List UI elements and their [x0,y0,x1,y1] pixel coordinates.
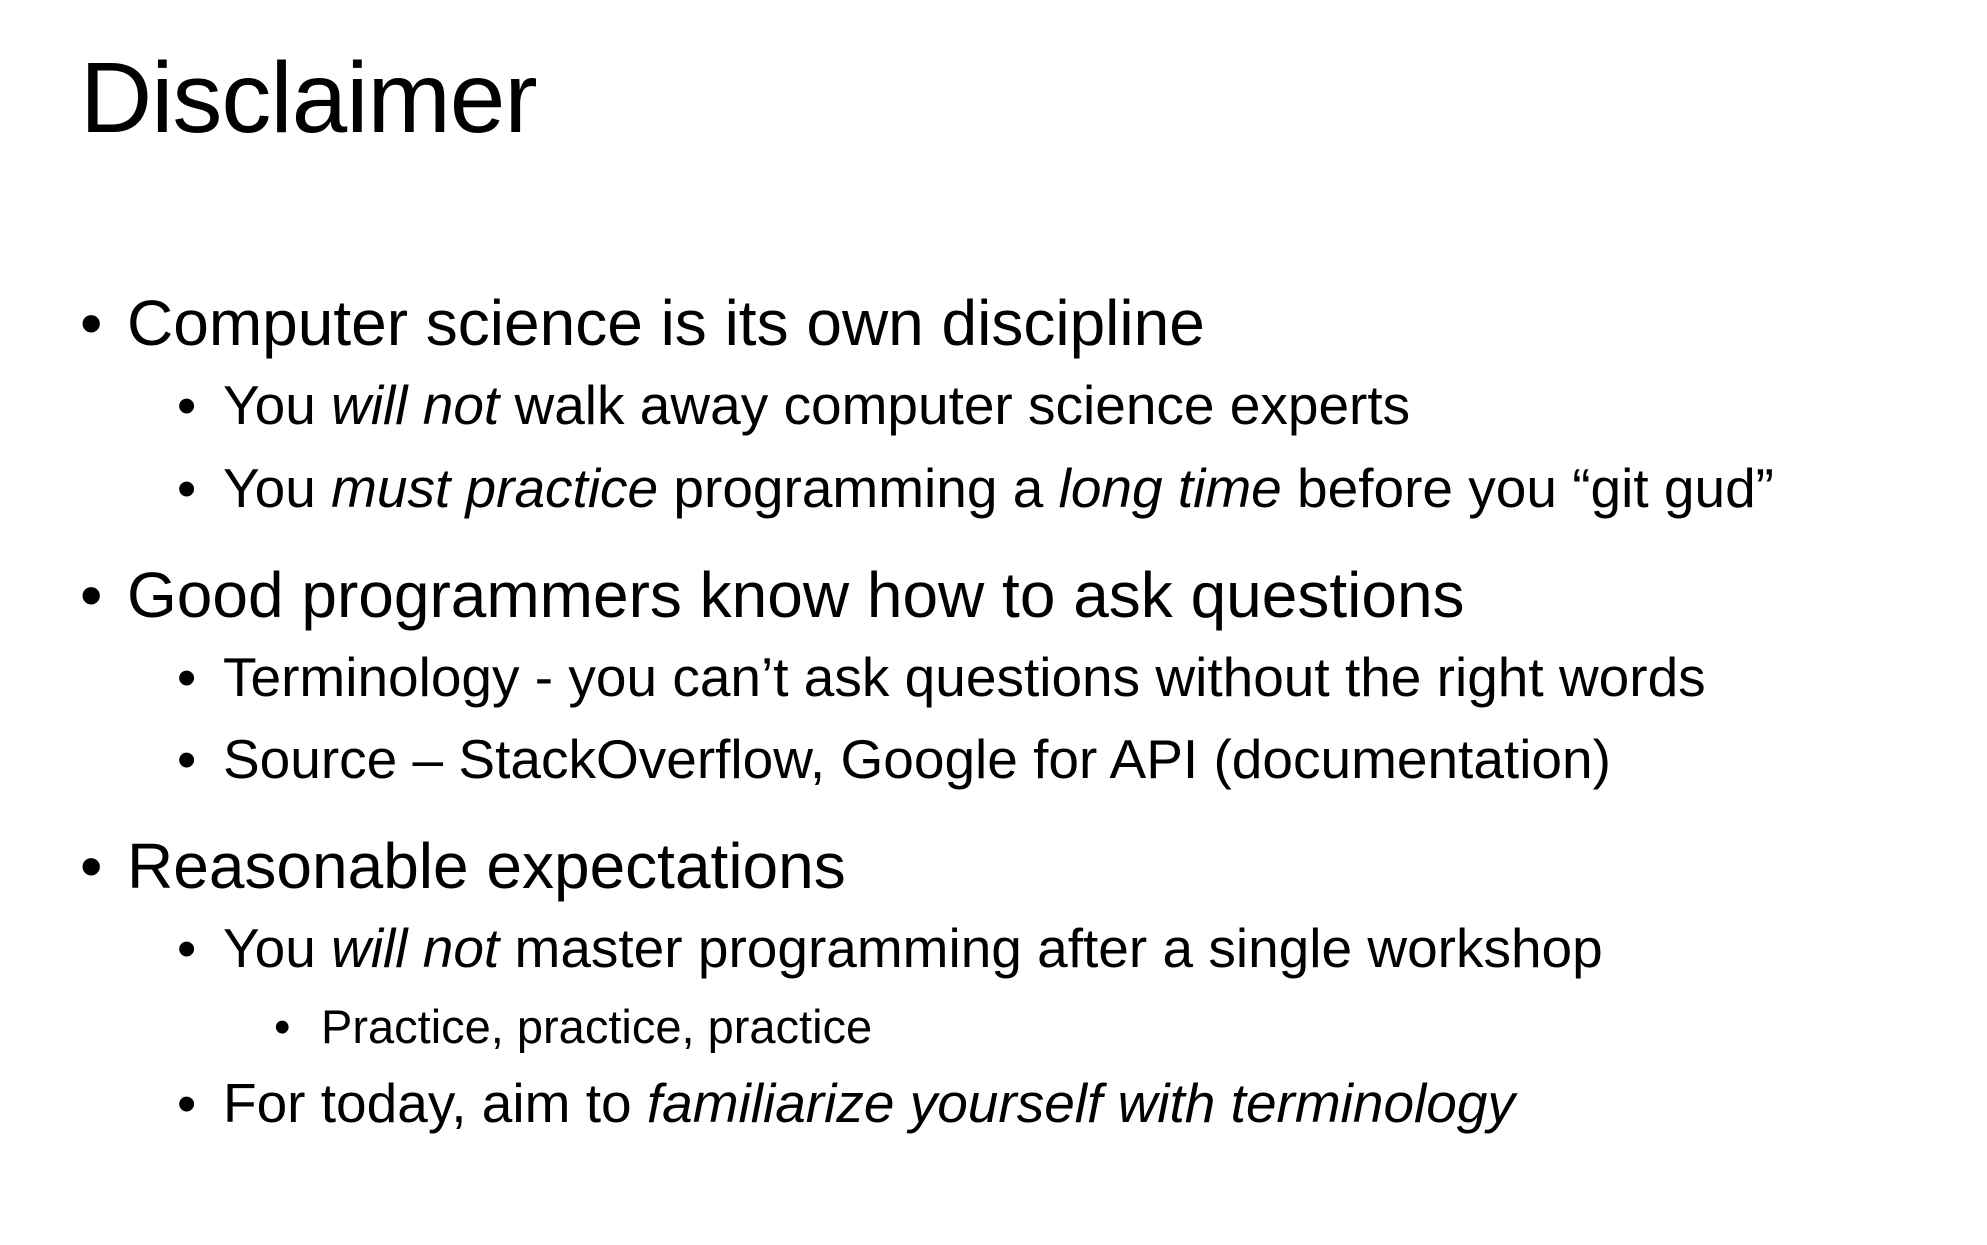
text-segment: programming a [658,457,1059,519]
bullet-icon: • [177,728,197,790]
bullet-icon: • [177,646,197,708]
bullet-text: Good programmers know how to ask questio… [127,555,1465,635]
bullet-icon: • [80,830,103,902]
text-segment: You [223,374,332,436]
bullet-item-level-1: • Reasonable expectations [80,826,846,906]
bullet-icon: • [80,287,103,359]
bullet-item-level-1: • Good programmers know how to ask questi… [80,555,1465,635]
text-segment: For today, aim to [223,1072,647,1134]
bullet-icon: • [80,559,103,631]
bullet-item-level-2: • Source – StackOverflow, Google for API … [177,726,1611,792]
emphasis-text: familiarize yourself with terminology [646,1072,1515,1134]
bullet-item-level-3: • Practice, practice, practice [274,999,872,1055]
text-segment: Terminology - you can’t ask questions wi… [223,646,1706,708]
text-segment: Reasonable expectations [127,830,846,902]
text-segment: master programming after a single worksh… [499,917,1603,979]
bullet-icon: • [177,457,197,519]
text-segment: walk away computer science experts [499,374,1411,436]
bullet-item-level-2: • You will not walk away computer science… [177,372,1410,438]
text-segment: You [223,917,332,979]
bullet-text: Practice, practice, practice [321,999,872,1055]
emphasis-text: will not [331,374,500,436]
bullet-item-level-1: • Computer science is its own discipline [80,283,1205,363]
bullet-text: Source – StackOverflow, Google for API (… [223,726,1611,792]
bullet-text: You must practice programming a long tim… [223,455,1774,521]
bullet-item-level-2: • Terminology - you can’t ask questions w… [177,644,1706,710]
bullet-text: You will not master programming after a … [223,915,1603,981]
bullet-item-level-2: • You must practice programming a long ti… [177,455,1774,521]
bullet-text: Reasonable expectations [127,826,846,906]
emphasis-text: will not [331,917,500,979]
slide: Disclaimer • Computer science is its own … [0,0,1987,1245]
bullet-icon: • [177,374,197,436]
bullet-text: You will not walk away computer science … [223,372,1410,438]
bullet-icon: • [177,1072,197,1134]
slide-title: Disclaimer [80,42,538,154]
bullet-item-level-2: • For today, aim to familiarize yourself … [177,1070,1515,1136]
bullet-text: For today, aim to familiarize yourself w… [223,1070,1515,1136]
emphasis-text: must practice [331,457,659,519]
bullet-item-level-2: • You will not master programming after a… [177,915,1603,981]
text-segment: Practice, practice, practice [321,1000,873,1053]
text-segment: Computer science is its own discipline [127,287,1205,359]
bullet-text: Computer science is its own discipline [127,283,1205,363]
text-segment: Source – StackOverflow, Google for API (… [223,728,1611,790]
text-segment: You [223,457,332,519]
bullet-icon: • [177,917,197,979]
text-segment: Good programmers know how to ask questio… [127,559,1465,631]
bullet-icon: • [274,1000,291,1053]
text-segment: before you “git gud” [1281,457,1774,519]
bullet-text: Terminology - you can’t ask questions wi… [223,644,1706,710]
emphasis-text: long time [1058,457,1282,519]
